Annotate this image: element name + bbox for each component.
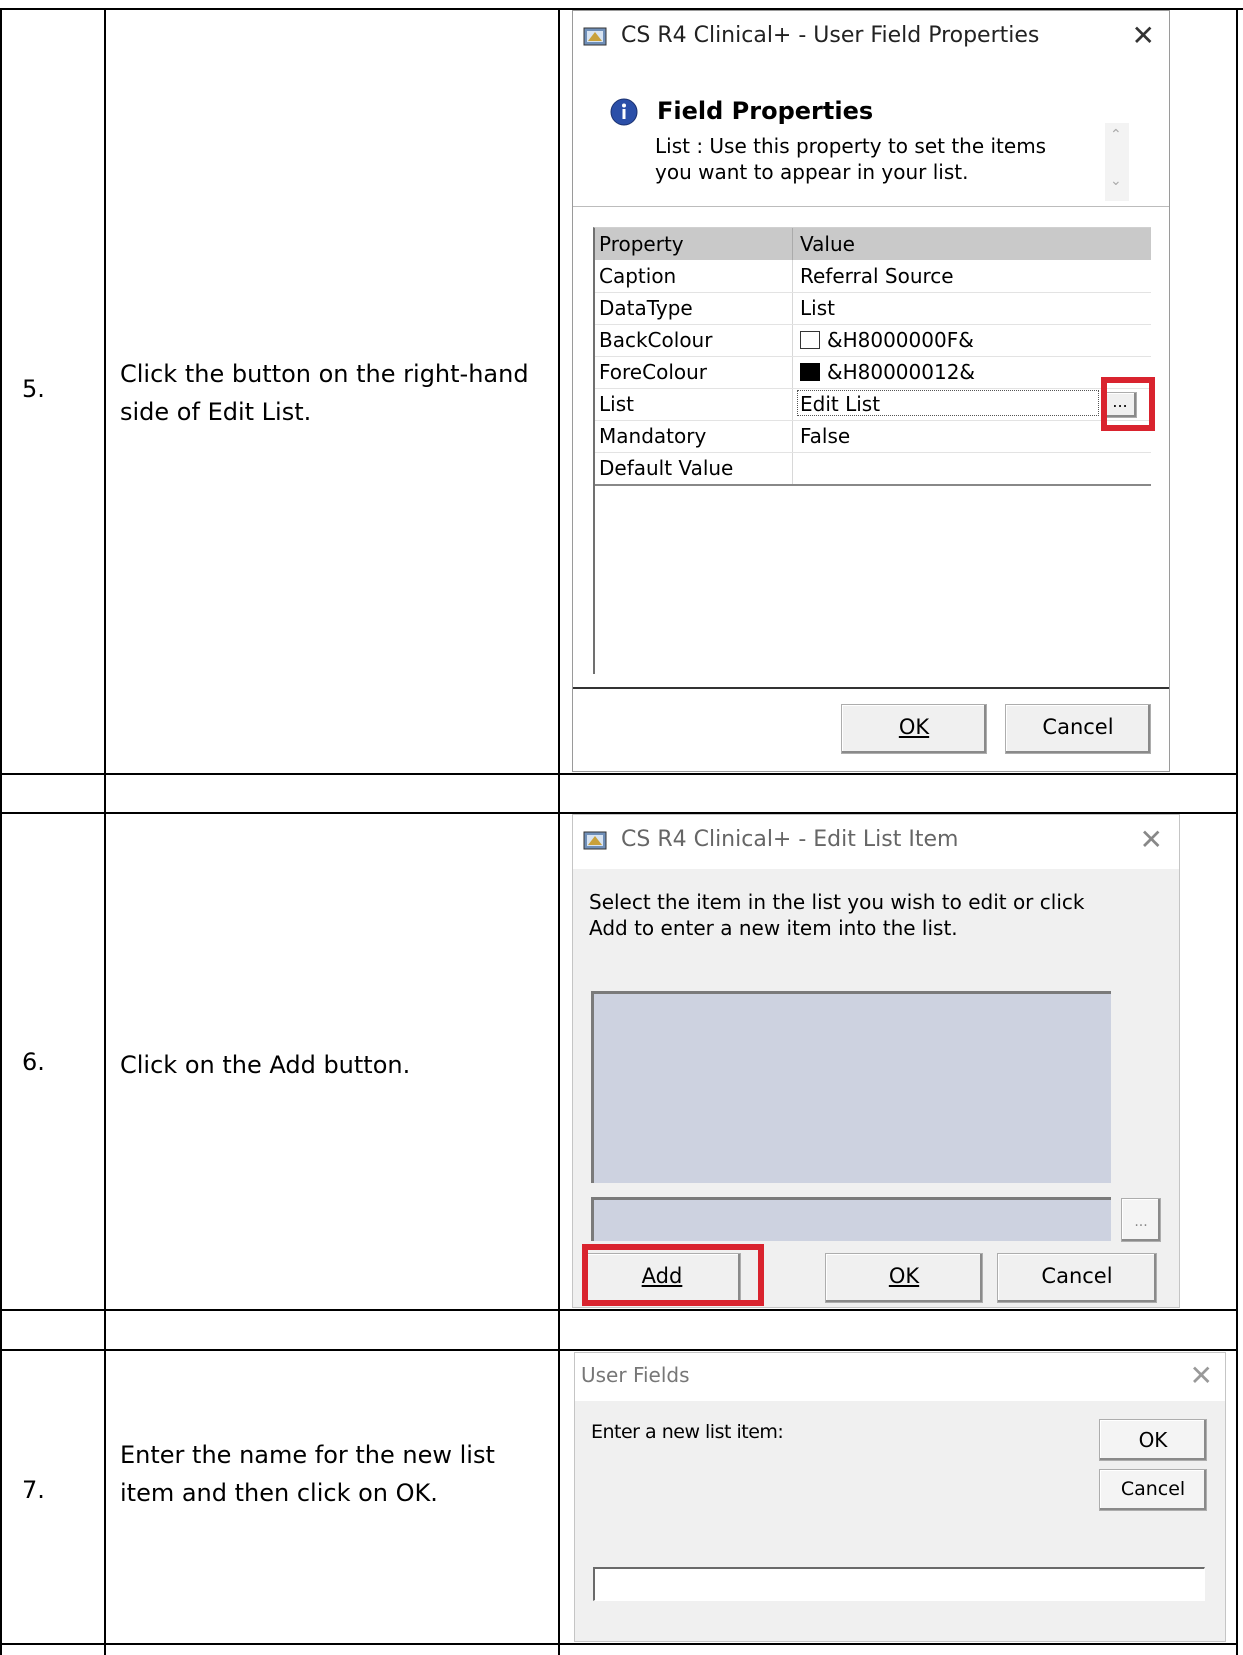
- property-name: ForeColour: [599, 360, 708, 384]
- step-instruction: Click on the Add button.: [120, 1051, 411, 1079]
- highlight-box: [1101, 377, 1155, 431]
- table-row[interactable]: Mandatory False: [595, 420, 1151, 453]
- property-value: List: [800, 296, 835, 320]
- table-border-left: [0, 8, 2, 1655]
- ok-label: OK: [1138, 1428, 1168, 1452]
- dialog-title: User Fields: [581, 1363, 690, 1387]
- property-name: Mandatory: [599, 424, 707, 448]
- column-header-value: Value: [800, 232, 855, 256]
- grid-header: Property Value: [595, 228, 1151, 260]
- cancel-button[interactable]: Cancel: [1099, 1469, 1207, 1511]
- table-row[interactable]: BackColour &H8000000F&: [595, 324, 1151, 357]
- ok-label: OK: [898, 715, 930, 739]
- table-rule: [0, 1349, 1238, 1351]
- cancel-label: Cancel: [1042, 715, 1114, 739]
- app-icon: [583, 831, 607, 850]
- color-swatch-white: [800, 331, 820, 349]
- dialog-title: CS R4 Clinical+ - User Field Properties: [621, 23, 1040, 48]
- table-divider-col1: [104, 8, 106, 1655]
- property-value: False: [800, 424, 851, 448]
- property-value: Referral Source: [800, 264, 954, 288]
- cancel-button[interactable]: Cancel: [997, 1253, 1157, 1303]
- user-fields-dialog: User Fields ✕ Enter a new list item: OK …: [574, 1352, 1226, 1642]
- close-icon[interactable]: ✕: [1132, 19, 1155, 52]
- ok-label: OK: [888, 1264, 920, 1288]
- field-properties-heading: Field Properties: [657, 97, 874, 125]
- property-value: &H80000012&: [827, 360, 976, 384]
- ok-button[interactable]: OK: [841, 704, 987, 754]
- dialog-titlebar: User Fields ✕: [575, 1353, 1225, 1401]
- edit-list-cell[interactable]: Edit List: [797, 390, 1099, 416]
- edit-list-item-dialog: CS R4 Clinical+ - Edit List Item ✕ Selec…: [572, 814, 1180, 1308]
- item-ellipsis-button[interactable]: ...: [1121, 1198, 1161, 1242]
- table-rule: [0, 773, 1238, 775]
- cancel-label: Cancel: [1041, 1264, 1113, 1288]
- table-row[interactable]: Default Value: [595, 452, 1151, 486]
- instruction-text: Select the item in the list you wish to …: [589, 890, 1085, 940]
- property-description: List : Use this property to set the item…: [655, 134, 1047, 184]
- user-field-properties-dialog: CS R4 Clinical+ - User Field Properties …: [572, 10, 1170, 772]
- item-textbox[interactable]: [591, 1197, 1111, 1241]
- dialog-titlebar: CS R4 Clinical+ - Edit List Item ✕: [573, 815, 1179, 869]
- new-item-input[interactable]: [593, 1567, 1205, 1601]
- property-name: Default Value: [599, 456, 734, 480]
- table-row[interactable]: ForeColour &H80000012&: [595, 356, 1151, 389]
- info-icon: [610, 98, 638, 126]
- ok-button[interactable]: OK: [1099, 1419, 1207, 1461]
- table-row[interactable]: Caption Referral Source: [595, 260, 1151, 293]
- prompt-label: Enter a new list item:: [591, 1421, 784, 1443]
- header-divider: [573, 206, 1169, 207]
- color-swatch-black: [800, 363, 820, 381]
- step-instruction: Enter the name for the new list item and…: [120, 1441, 495, 1507]
- highlight-box: [582, 1244, 764, 1306]
- description-scrollbar[interactable]: ⌃ ⌄: [1105, 123, 1129, 201]
- property-grid: Property Value Caption Referral Source D…: [593, 227, 1151, 674]
- step-number: 5.: [22, 375, 45, 403]
- property-name: List: [599, 392, 634, 416]
- dialog-titlebar: CS R4 Clinical+ - User Field Properties …: [573, 11, 1169, 65]
- ok-button[interactable]: OK: [825, 1253, 983, 1303]
- cancel-button[interactable]: Cancel: [1005, 704, 1151, 754]
- step-instruction: Click the button on the right-hand side …: [120, 360, 529, 426]
- property-name: Caption: [599, 264, 677, 288]
- close-icon[interactable]: ✕: [1140, 823, 1163, 856]
- close-icon[interactable]: ✕: [1190, 1359, 1213, 1392]
- footer-divider: [573, 687, 1169, 689]
- app-icon: [583, 27, 607, 46]
- step-number: 6.: [22, 1048, 45, 1076]
- scroll-down-icon[interactable]: ⌄: [1110, 173, 1122, 189]
- property-value: &H8000000F&: [827, 328, 974, 352]
- table-rule: [0, 1309, 1238, 1311]
- table-rule: [0, 1643, 1238, 1645]
- item-listbox[interactable]: [591, 991, 1111, 1183]
- cancel-label: Cancel: [1120, 1478, 1186, 1500]
- scroll-up-icon[interactable]: ⌃: [1110, 127, 1122, 143]
- table-border-right: [1236, 8, 1238, 1655]
- table-row[interactable]: DataType List: [595, 292, 1151, 325]
- property-name: DataType: [599, 296, 693, 320]
- property-name: BackColour: [599, 328, 713, 352]
- dialog-title: CS R4 Clinical+ - Edit List Item: [621, 827, 959, 852]
- column-header-property: Property: [599, 232, 684, 256]
- step-number: 7.: [22, 1476, 45, 1504]
- property-value: Edit List: [800, 392, 881, 416]
- ellipsis-label: ...: [1134, 1214, 1148, 1230]
- table-row[interactable]: List Edit List ...: [595, 388, 1151, 421]
- table-divider-col2: [558, 8, 560, 1655]
